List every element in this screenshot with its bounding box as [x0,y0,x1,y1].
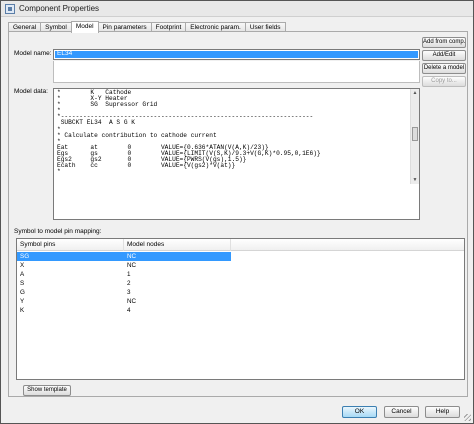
model-data-text: * K Cathode * X-Y Heater * SG Supressor Gr… [57,89,409,176]
model-node-cell[interactable]: 1 [124,270,231,279]
table-row[interactable]: K4 [17,306,464,315]
table-row[interactable]: SG NC [17,252,464,261]
scroll-thumb[interactable] [412,127,418,141]
symbol-pin-cell[interactable]: K [17,306,124,315]
symbol-pin-cell[interactable]: A [17,270,124,279]
column-header-model-nodes[interactable]: Model nodes [124,239,231,251]
window-title: Component Properties [19,4,100,13]
table-row[interactable]: X NC [17,261,464,270]
symbol-pin-cell[interactable]: Y [17,297,124,306]
model-name-label: Model name: [14,50,52,57]
resize-grip-icon[interactable] [464,414,471,421]
model-name-input[interactable]: EL34 [53,49,420,60]
cancel-button[interactable]: Cancel [384,406,419,418]
table-row[interactable]: G3 [17,288,464,297]
show-template-button[interactable]: Show template [23,385,71,396]
symbol-pin-cell[interactable]: G [17,288,124,297]
symbol-pin-cell[interactable]: SG [17,252,124,261]
copy-to-button[interactable]: Copy to... [422,76,466,87]
pin-mapping-label: Symbol to model pin mapping: [14,228,102,235]
help-button[interactable]: Help [425,406,460,418]
text-selection-highlight [55,51,418,58]
model-data-editor[interactable]: * K Cathode * X-Y Heater * SG Supressor Gr… [53,88,420,220]
model-tab-panel: Model name: EL34 Add from comp. Add/Edit… [8,31,468,397]
symbol-pin-cell[interactable]: X [17,261,124,270]
model-data-label: Model data: [14,88,48,95]
model-node-cell[interactable]: 4 [124,306,231,315]
column-header-symbol-pins[interactable]: Symbol pins [17,239,124,251]
model-node-cell[interactable]: NC [124,297,231,306]
ok-button[interactable]: OK [342,406,377,418]
model-node-cell[interactable]: NC [124,261,231,270]
component-properties-window: Component Properties General Symbol Mode… [0,0,474,424]
model-node-cell[interactable]: 3 [124,288,231,297]
add-edit-button[interactable]: Add/Edit [422,50,466,61]
model-name-list[interactable] [53,61,420,83]
model-node-cell[interactable]: NC [124,252,231,261]
pin-mapping-grid[interactable]: Symbol pins Model nodes SG NC X NC A 1 S 2 G 3 Y NC… [16,238,465,380]
tab-model[interactable]: Model [70,21,99,33]
symbol-pin-cell[interactable]: S [17,279,124,288]
table-row[interactable]: A1 [17,270,464,279]
delete-model-button[interactable]: Delete a model [422,63,466,74]
scroll-down-icon[interactable]: ▼ [411,176,419,184]
model-node-cell[interactable]: 2 [124,279,231,288]
title-bar[interactable]: Component Properties [1,1,473,17]
table-row[interactable]: S2 [17,279,464,288]
add-from-comp-button[interactable]: Add from comp. [422,37,466,48]
scroll-up-icon[interactable]: ▲ [411,89,419,97]
code-line: * [57,168,61,176]
model-data-scrollbar[interactable]: ▲ ▼ [410,89,419,184]
table-row[interactable]: Y NC [17,297,464,306]
component-icon [5,4,15,14]
grid-header: Symbol pins Model nodes [17,239,464,251]
model-name-value: EL34 [57,50,73,57]
